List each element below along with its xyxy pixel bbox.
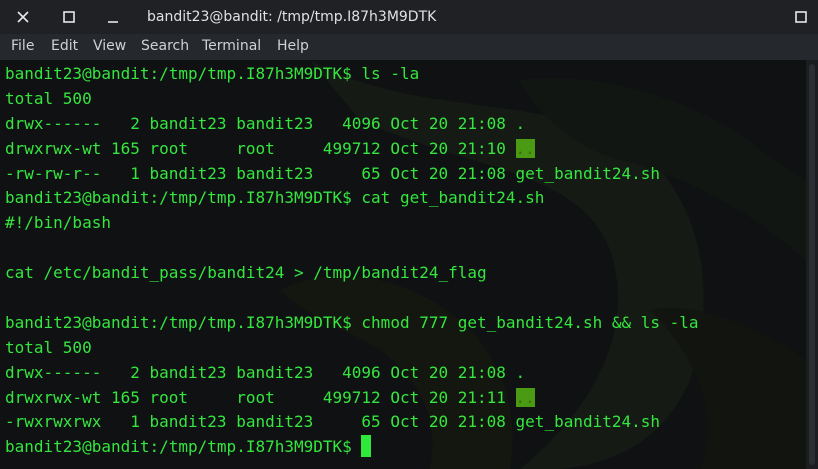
- menu-help[interactable]: Help: [277, 38, 309, 54]
- menu-search[interactable]: Search: [141, 38, 189, 54]
- title-bar: bandit23@bandit: /tmp/tmp.I87h3M9DTK: [0, 0, 818, 34]
- expand-window-icon[interactable]: [790, 6, 812, 28]
- minimize-icon[interactable]: [102, 6, 124, 28]
- terminal-line: bandit23@bandit:/tmp/tmp.I87h3M9DTK$ ls …: [5, 64, 420, 83]
- terminal-line: bandit23@bandit:/tmp/tmp.I87h3M9DTK$: [5, 435, 699, 460]
- terminal-line: bandit23@bandit:/tmp/tmp.I87h3M9DTK$ cat…: [5, 188, 545, 208]
- terminal-area[interactable]: bandit23@bandit:/tmp/tmp.I87h3M9DTK$ ls …: [0, 60, 806, 469]
- window-title: bandit23@bandit: /tmp/tmp.I87h3M9DTK: [147, 9, 437, 25]
- terminal-line: drwx------ 2 bandit23 bandit23 4096 Oct …: [5, 362, 526, 382]
- terminal-line: drwxrwx-wt 165 root root 499712 Oct 20 2…: [5, 138, 535, 158]
- terminal-line: drwxrwx-wt 165 root root 499712 Oct 20 2…: [5, 387, 535, 407]
- close-icon[interactable]: [12, 6, 34, 28]
- menu-view[interactable]: View: [93, 38, 126, 54]
- parent-dir-highlight: ..: [515, 387, 535, 407]
- menu-file[interactable]: File: [11, 38, 34, 54]
- scrollbar-thumb[interactable]: [809, 64, 815, 465]
- terminal-line: total 500: [5, 88, 92, 108]
- terminal-line: #!/bin/bash: [5, 213, 111, 233]
- terminal-cursor: [361, 435, 372, 458]
- terminal-line: bandit23@bandit:/tmp/tmp.I87h3M9DTK$ chm…: [5, 312, 699, 332]
- menu-terminal[interactable]: Terminal: [202, 38, 261, 54]
- terminal-line: -rw-rw-r-- 1 bandit23 bandit23 65 Oct 20…: [5, 163, 661, 183]
- scrollbar[interactable]: [806, 60, 818, 469]
- terminal-line: -rwxrwxrwx 1 bandit23 bandit23 65 Oct 20…: [5, 412, 661, 432]
- menu-bar: File Edit View Search Terminal Help: [0, 34, 818, 61]
- terminal-output: bandit23@bandit:/tmp/tmp.I87h3M9DTK$ ls …: [5, 62, 699, 460]
- menu-edit[interactable]: Edit: [51, 38, 78, 54]
- terminal-line: total 500: [5, 337, 92, 357]
- maximize-icon[interactable]: [58, 6, 80, 28]
- parent-dir-highlight: ..: [515, 138, 535, 158]
- terminal-line: cat /etc/bandit_pass/bandit24 > /tmp/ban…: [5, 263, 487, 283]
- terminal-line: drwx------ 2 bandit23 bandit23 4096 Oct …: [5, 113, 526, 133]
